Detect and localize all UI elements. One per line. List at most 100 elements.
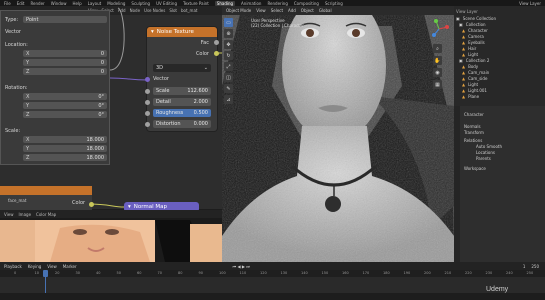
mode-select[interactable]: Object Mode: [226, 8, 251, 13]
select-tool-icon[interactable]: ▭: [224, 18, 233, 27]
item-parents[interactable]: Parents: [476, 156, 491, 161]
move-tool-icon[interactable]: ✥: [224, 40, 233, 49]
list-item[interactable]: ▲ Cam_main: [462, 70, 489, 75]
3d-viewport[interactable]: [222, 6, 454, 262]
camera-icon[interactable]: ◉: [433, 68, 442, 77]
vp-menu-add[interactable]: Add: [288, 8, 296, 13]
field-label: Detail: [156, 99, 171, 105]
color-socket[interactable]: [89, 202, 94, 207]
distortion-field[interactable]: Distortion 0.000: [153, 120, 211, 128]
vector-link: [109, 77, 148, 81]
color-socket[interactable]: [214, 51, 219, 56]
zoom-icon[interactable]: ⌕: [433, 44, 442, 53]
location-y-field[interactable]: Y0: [23, 59, 107, 66]
axis-label: Y: [26, 102, 30, 109]
roughness-field[interactable]: Roughness 0.500: [153, 109, 211, 117]
list-item[interactable]: ▲ Plane: [462, 94, 479, 99]
location-z-field[interactable]: Z0: [23, 68, 107, 75]
transform-tool-icon[interactable]: ◫: [224, 73, 233, 82]
noise-node-header[interactable]: ▾ Noise Texture: [147, 27, 217, 37]
list-item[interactable]: ▲ Light: [462, 52, 478, 57]
grid-icon[interactable]: ▦: [433, 80, 442, 89]
section-workspace[interactable]: Workspace: [464, 166, 486, 171]
annotate-tool-icon[interactable]: ✎: [224, 84, 233, 93]
item-auto-smooth[interactable]: Auto Smooth: [476, 144, 502, 149]
dimension-dropdown[interactable]: 3D ⌄: [153, 64, 211, 72]
timeline-tick-label: 70: [157, 271, 162, 275]
scale-socket[interactable]: [145, 89, 150, 94]
timeline-header: Playback Keying View Marker ⏮ ◀ ▶ ⏭ 1 25…: [0, 262, 545, 270]
cursor-tool-icon[interactable]: ⊕: [224, 29, 233, 38]
play-controls[interactable]: ⏮ ◀ ▶ ⏭: [233, 264, 250, 269]
field-value: 0°: [98, 102, 104, 109]
vp-menu-object[interactable]: Object: [301, 8, 314, 13]
list-item[interactable]: ▲ Light: [462, 82, 478, 87]
rotation-z-field[interactable]: Z 0°: [23, 111, 107, 118]
tl-menu-marker[interactable]: Marker: [63, 264, 77, 269]
properties-editor[interactable]: Character Normals Transform Relations Au…: [454, 106, 545, 262]
vector-socket[interactable]: [145, 77, 150, 82]
distortion-socket[interactable]: [145, 122, 150, 127]
list-item[interactable]: ▲ Light.001: [462, 88, 487, 93]
scale-z-field[interactable]: Z 18.000: [23, 154, 107, 161]
section-relations[interactable]: Relations: [464, 138, 482, 143]
detail-socket[interactable]: [145, 100, 150, 105]
field-label: Scale: [156, 88, 170, 94]
section-transform[interactable]: Transform: [464, 130, 484, 135]
list-item[interactable]: ▲ Eyeballs: [462, 40, 485, 45]
location-x-field[interactable]: X0: [23, 50, 107, 57]
pan-icon[interactable]: ✋: [433, 56, 442, 65]
scale-label: Scale:: [5, 128, 21, 134]
list-item[interactable]: ▲ Hair: [462, 46, 476, 51]
type-dropdown[interactable]: Point: [23, 16, 107, 23]
list-item[interactable]: ▲ Body: [462, 64, 478, 69]
scale-tool-icon[interactable]: ⤢: [224, 62, 233, 71]
image-node-header[interactable]: [0, 186, 92, 195]
vp-menu-select[interactable]: Select: [271, 8, 283, 13]
collection-icon: ▣: [459, 58, 463, 63]
scale-y-field[interactable]: Y 18.000: [23, 145, 107, 152]
dimension-value: 3D: [156, 65, 164, 71]
noise-node-title: Noise Texture: [156, 29, 194, 35]
timeline-tick-label: 110: [239, 271, 247, 275]
light-icon: ▲: [462, 52, 466, 57]
end-frame[interactable]: 250: [531, 264, 539, 269]
vp-menu-view[interactable]: View: [256, 8, 266, 13]
section-normals[interactable]: Normals: [464, 124, 481, 129]
rotate-tool-icon[interactable]: ↻: [224, 51, 233, 60]
list-item[interactable]: ▣ Collection: [459, 22, 486, 27]
rotation-x-field[interactable]: X 0°: [23, 93, 107, 100]
roughness-socket[interactable]: [145, 111, 150, 116]
tl-menu-playback[interactable]: Playback: [4, 264, 22, 269]
measure-tool-icon[interactable]: ⊿: [224, 95, 233, 104]
noise-texture-node[interactable]: ▾ Noise Texture Fac Color 3D ⌄ Vector Scal…: [145, 27, 219, 131]
viewport-header: Object Mode View Select Add Object Globa…: [222, 6, 454, 15]
list-item[interactable]: ▲ Camera: [462, 34, 484, 39]
output-color-label: Color: [72, 200, 86, 206]
timeline-ruler[interactable]: [0, 270, 545, 277]
navigation-gizmo[interactable]: [428, 18, 450, 40]
image-texture-node[interactable]: face_mat Color: [0, 186, 94, 210]
scale-field[interactable]: Scale 112.600: [153, 87, 211, 95]
item-locations[interactable]: Locations: [476, 150, 495, 155]
camera-icon: ▲: [462, 34, 466, 39]
list-item[interactable]: ▣ Collection 2: [459, 58, 489, 63]
image-select[interactable]: Color Map: [36, 212, 56, 217]
chevron-down-icon[interactable]: ▾: [151, 29, 154, 35]
ie-menu-image[interactable]: Image: [19, 212, 32, 217]
fac-socket[interactable]: [214, 40, 219, 45]
ie-menu-view[interactable]: View: [4, 212, 14, 217]
list-item[interactable]: ▲ Cam_side: [462, 76, 487, 81]
field-value: 2.000: [193, 99, 208, 105]
scale-x-field[interactable]: X 18.000: [23, 136, 107, 143]
playhead[interactable]: [43, 270, 48, 277]
orientation-select[interactable]: Global: [319, 8, 332, 13]
rotation-y-field[interactable]: Y 0°: [23, 102, 107, 109]
start-frame[interactable]: 1: [523, 264, 526, 269]
list-item[interactable]: ▣ Scene Collection: [456, 16, 496, 21]
tl-menu-keying[interactable]: Keying: [28, 264, 41, 269]
list-item[interactable]: ▲ Character: [462, 28, 488, 33]
timeline-area[interactable]: [0, 270, 545, 293]
tl-menu-view[interactable]: View: [47, 264, 57, 269]
detail-field[interactable]: Detail 2.000: [153, 98, 211, 106]
